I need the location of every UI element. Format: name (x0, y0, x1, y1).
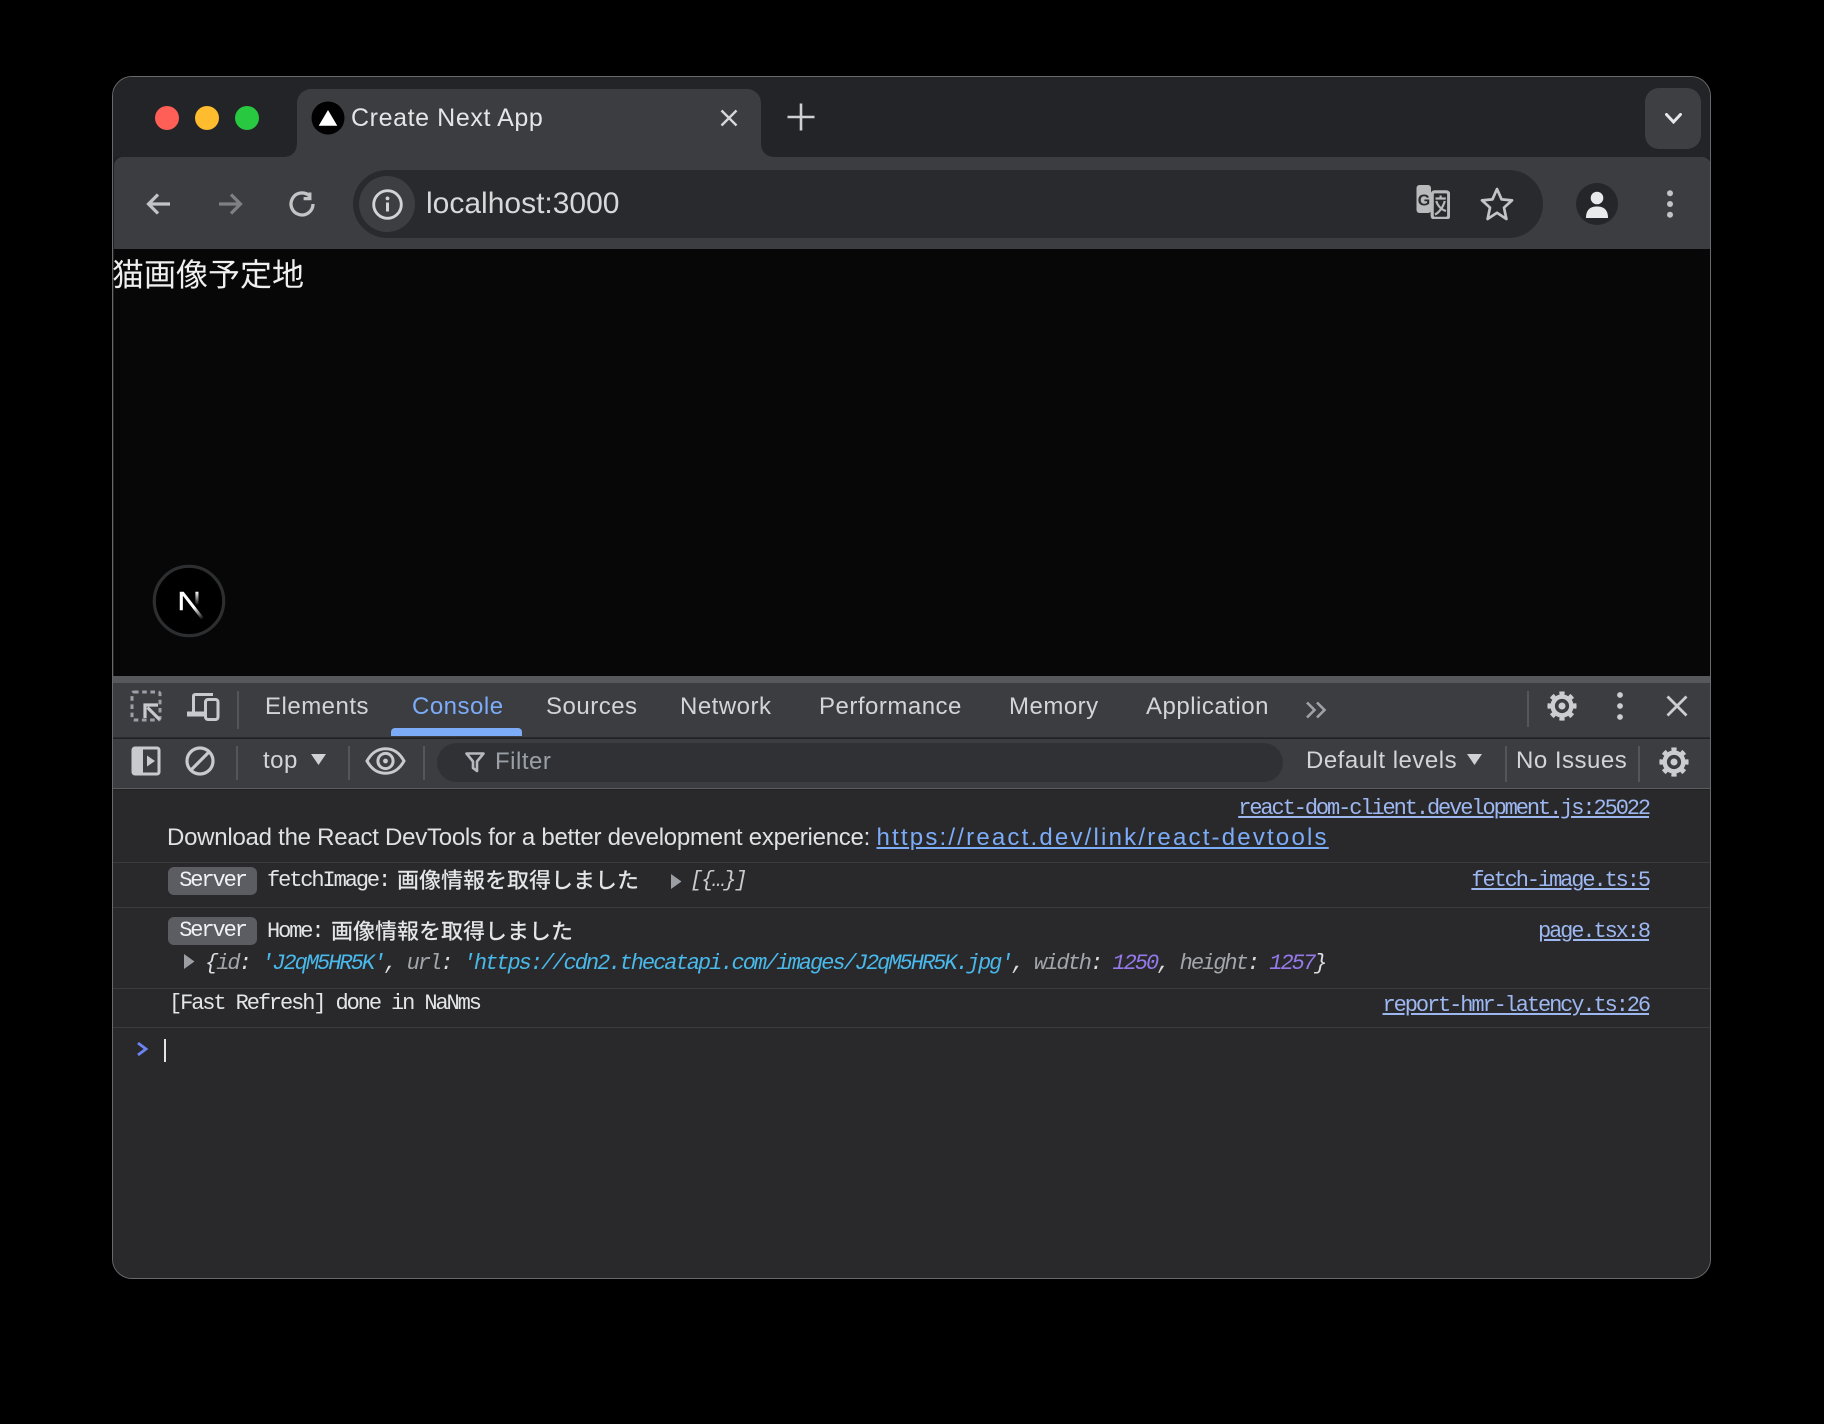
svg-text:G: G (1418, 193, 1430, 210)
